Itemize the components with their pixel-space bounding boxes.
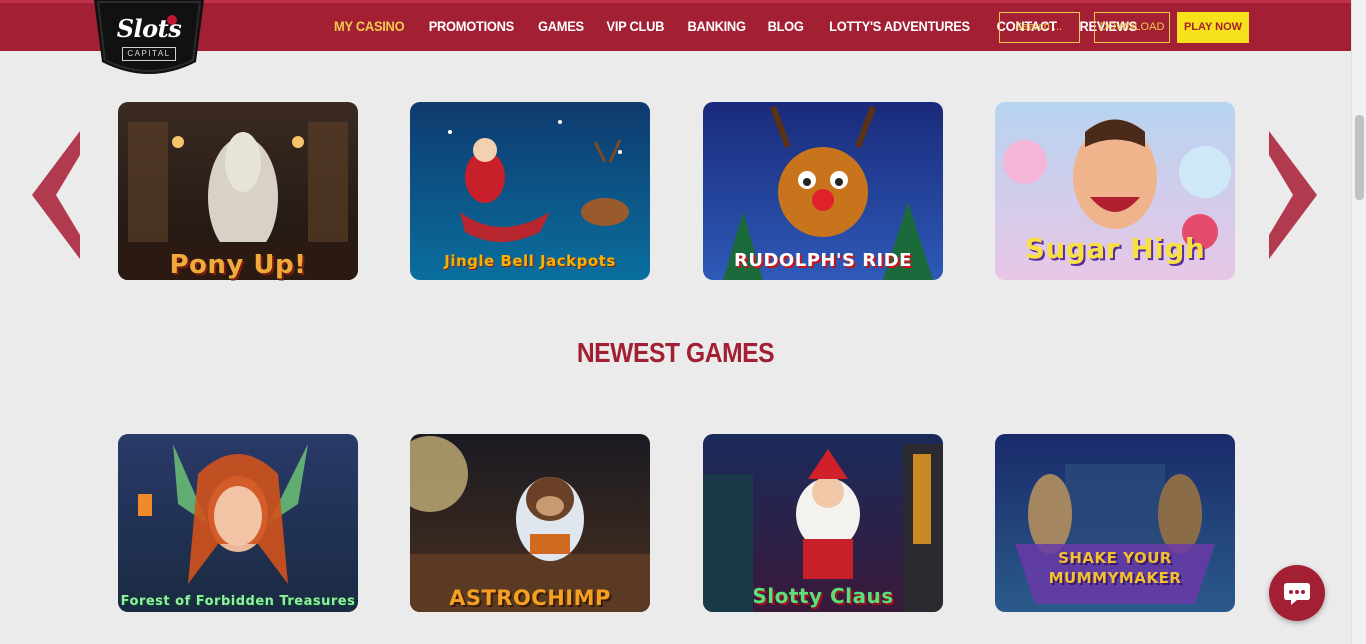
chevron-right-icon [1269, 131, 1317, 259]
download-button[interactable]: DOWNLOAD [1094, 12, 1170, 43]
nav-lottys-adventures[interactable]: LOTTY'S ADVENTURES [829, 18, 970, 34]
game-card-forest-of-forbidden-treasures[interactable]: Forest of Forbidden Treasures [118, 434, 358, 612]
nav-banking[interactable]: BANKING [687, 18, 745, 34]
game-title: Sugar High [1024, 232, 1206, 265]
carousel-next-button[interactable] [1267, 131, 1317, 259]
logo-subtext: CAPITAL [122, 47, 176, 61]
nav-blog[interactable]: BLOG [767, 18, 803, 34]
game-title: RUDOLPH'S RIDE [734, 250, 912, 271]
page-scrollbar[interactable] [1351, 0, 1366, 644]
nav-promotions[interactable]: PROMOTIONS [429, 18, 515, 34]
game-title: Jingle Bell Jackpots [444, 252, 616, 270]
game-card-sugar-high[interactable]: Sugar High [995, 102, 1235, 280]
game-title: ASTROCHIMP [449, 586, 611, 610]
game-card-slotty-claus[interactable]: Slotty Claus [703, 434, 943, 612]
scrollbar-thumb[interactable] [1355, 115, 1364, 200]
chevron-left-icon [32, 131, 80, 259]
newest-games-heading: NEWEST GAMES [576, 337, 775, 368]
chat-icon [1284, 583, 1310, 605]
game-thumbnail [118, 434, 358, 612]
site-logo[interactable]: Slots CAPITAL [92, 0, 206, 82]
game-card-rudolphs-ride[interactable]: RUDOLPH'S RIDE [703, 102, 943, 280]
game-title: Pony Up! [169, 250, 307, 280]
chat-button[interactable] [1269, 565, 1325, 621]
logo-text: Slots [116, 14, 182, 43]
nav-my-casino[interactable]: MY CASINO [334, 18, 405, 34]
game-card-shake-your-mummymaker[interactable]: SHAKE YOUR MUMMYMAKER [995, 434, 1235, 612]
game-title: Slotty Claus [752, 584, 894, 608]
game-title: Forest of Forbidden Treasures [120, 594, 356, 609]
game-card-astrochimp[interactable]: ASTROCHIMP [410, 434, 650, 612]
nav-vip-club[interactable]: VIP CLUB [606, 18, 664, 34]
search-input[interactable]: Search ... [999, 12, 1080, 43]
carousel-prev-button[interactable] [32, 131, 82, 259]
game-card-pony-up[interactable]: Pony Up! [118, 102, 358, 280]
game-title: SHAKE YOUR MUMMYMAKER [1048, 549, 1182, 587]
play-now-button[interactable]: PLAY NOW [1177, 12, 1249, 43]
nav-games[interactable]: GAMES [538, 18, 584, 34]
game-card-jingle-bell-jackpots[interactable]: Jingle Bell Jackpots [410, 102, 650, 280]
